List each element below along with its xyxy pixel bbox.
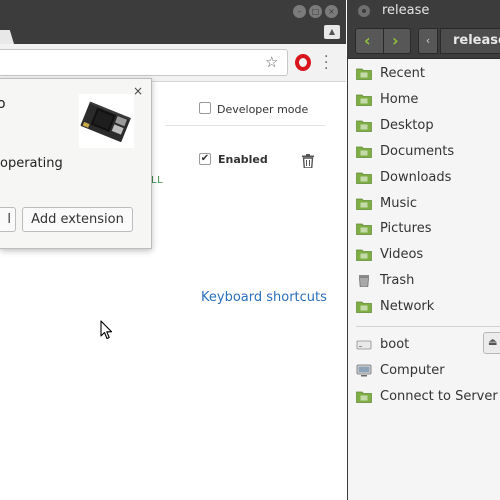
window-title: release bbox=[382, 3, 430, 18]
sidebar-item-label: Desktop bbox=[380, 117, 434, 133]
dialog-title: o bbox=[0, 96, 6, 112]
chrome-toolbar: ☆ · · · bbox=[0, 44, 346, 82]
sidebar-item-recent[interactable]: Recent bbox=[348, 62, 500, 86]
file-manager-window: release ‹ › ‹ release Recent Home Desktop D… bbox=[347, 0, 500, 500]
path-scroll-left-button[interactable]: ‹ bbox=[418, 28, 438, 54]
sidebar-item-label: Documents bbox=[380, 143, 455, 159]
add-extension-button[interactable]: Add extension bbox=[22, 207, 133, 232]
sidebar-item-desktop[interactable]: Desktop bbox=[348, 114, 500, 138]
sidebar-item-label: Recent bbox=[380, 66, 425, 81]
sidebar-item-videos[interactable]: Videos bbox=[348, 243, 500, 267]
address-bar[interactable] bbox=[0, 49, 288, 76]
sidebar-item-downloads[interactable]: Downloads bbox=[348, 166, 500, 190]
network-folder-icon bbox=[356, 301, 372, 313]
dialog-permission-text: operating bbox=[0, 156, 63, 171]
sidebar-item-label: Computer bbox=[380, 362, 445, 378]
developer-mode-label: Developer mode bbox=[217, 103, 309, 116]
server-folder-icon bbox=[356, 391, 372, 403]
eject-icon[interactable]: ⏏ bbox=[483, 332, 500, 354]
nav-separator bbox=[383, 29, 384, 53]
documents-folder-icon bbox=[356, 146, 372, 158]
sidebar-item-pictures[interactable]: Pictures bbox=[348, 217, 500, 241]
path-button-release[interactable]: release bbox=[440, 28, 500, 54]
cancel-button[interactable]: l bbox=[0, 207, 16, 232]
developer-mode-checkbox[interactable] bbox=[199, 102, 211, 114]
remove-extension-trash-icon[interactable] bbox=[302, 154, 314, 168]
mouse-cursor-icon bbox=[100, 320, 113, 340]
sidebar-item-music[interactable]: Music bbox=[348, 192, 500, 216]
bookmark-star-icon[interactable]: ☆ bbox=[265, 54, 278, 70]
enabled-label: Enabled bbox=[218, 153, 268, 166]
music-folder-icon bbox=[356, 198, 372, 210]
sidebar-item-label: Trash bbox=[380, 273, 415, 289]
trash-icon bbox=[359, 275, 369, 288]
browser-tab[interactable] bbox=[0, 30, 14, 44]
dialog-close-icon[interactable]: × bbox=[133, 84, 143, 98]
keyboard-shortcuts-link[interactable]: Keyboard shortcuts bbox=[201, 290, 327, 305]
home-folder-icon bbox=[356, 94, 372, 106]
videos-folder-icon bbox=[356, 249, 372, 262]
sidebar-item-trash[interactable]: Trash bbox=[348, 269, 500, 293]
extension-link[interactable]: LL bbox=[151, 175, 163, 186]
section-divider bbox=[165, 125, 325, 126]
close-window-button[interactable]: × bbox=[325, 5, 338, 18]
sidebar-item-network[interactable]: Network bbox=[348, 295, 500, 319]
navigation-buttons: ‹ › bbox=[355, 28, 411, 54]
sidebar-item-label: Home bbox=[380, 91, 419, 107]
sidebar-item-label: Pictures bbox=[380, 221, 432, 237]
extension-board-image bbox=[79, 94, 134, 148]
downloads-folder-icon bbox=[356, 172, 372, 184]
drive-icon bbox=[356, 340, 372, 350]
forward-arrow-icon[interactable]: › bbox=[392, 31, 399, 50]
sidebar-item-label: Connect to Server bbox=[380, 388, 498, 404]
sidebar-item-documents[interactable]: Documents bbox=[348, 140, 500, 164]
sidebar-separator bbox=[356, 326, 500, 327]
chrome-menu-icon[interactable]: · · · bbox=[324, 50, 328, 76]
back-arrow-icon[interactable]: ‹ bbox=[364, 31, 371, 50]
desktop-folder-icon bbox=[356, 120, 372, 132]
sidebar-item-computer[interactable]: Computer bbox=[348, 359, 500, 383]
chrome-window: – □ × ▲ ☆ · · · Developer mode ✔ Enabled L… bbox=[0, 0, 346, 500]
sidebar-item-label: boot bbox=[380, 337, 410, 352]
pictures-folder-icon bbox=[356, 224, 372, 236]
enabled-checkbox[interactable]: ✔ bbox=[199, 153, 211, 165]
sidebar-item-label: Music bbox=[380, 195, 417, 211]
sidebar-item-connect-to-server[interactable]: Connect to Server bbox=[348, 385, 500, 409]
file-manager-toolbar: ‹ › ‹ release bbox=[348, 23, 500, 59]
recent-folder-icon bbox=[356, 68, 372, 80]
minimize-button[interactable]: – bbox=[293, 5, 306, 18]
window-menu-icon[interactable] bbox=[358, 5, 370, 17]
computer-icon bbox=[356, 364, 372, 377]
sidebar-item-boot[interactable]: boot ⏏ bbox=[348, 332, 500, 357]
sidebar-item-label: Videos bbox=[380, 247, 424, 263]
sidebar-item-home[interactable]: Home bbox=[348, 88, 500, 112]
chrome-titlebar: – □ × ▲ bbox=[0, 0, 346, 44]
file-manager-titlebar: release bbox=[348, 0, 500, 23]
sidebar-item-label: Network bbox=[380, 299, 435, 315]
profile-button[interactable]: ▲ bbox=[324, 25, 340, 39]
opera-extension-icon[interactable] bbox=[295, 54, 311, 71]
add-extension-dialog: o operating × l Add extension bbox=[0, 78, 152, 249]
sidebar-item-label: Downloads bbox=[380, 169, 452, 185]
maximize-button[interactable]: □ bbox=[309, 5, 322, 18]
